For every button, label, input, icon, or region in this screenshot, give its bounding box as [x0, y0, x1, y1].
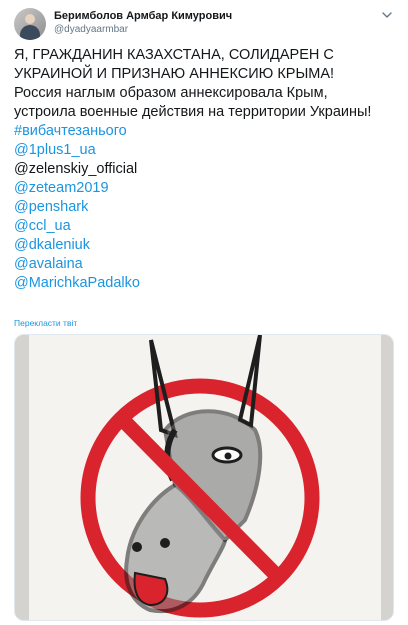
- mention-link[interactable]: @zeteam2019: [14, 179, 396, 198]
- translate-tweet-link[interactable]: Перекласти твіт: [14, 318, 77, 328]
- hashtag-link[interactable]: #вибачтезанього: [14, 122, 396, 141]
- avatar[interactable]: [14, 8, 46, 40]
- author-names[interactable]: Беримболов Армбар Кимурович @dyadyaarmba…: [54, 9, 232, 37]
- donkey-drawing-prohibition-sign: [15, 335, 393, 620]
- mention-link[interactable]: @penshark: [14, 198, 396, 217]
- mention-text: @zelenskiy_official: [14, 161, 138, 177]
- avatar-body-shape: [20, 25, 40, 40]
- mention-link[interactable]: @dkaleniuk: [14, 236, 396, 255]
- tweet-line: устроила военные действия на территории …: [14, 104, 372, 120]
- tweet-line: Я, ГРАЖДАНИН КАЗАХСТАНА, СОЛИДАРЕН С: [14, 47, 334, 63]
- mention-link[interactable]: @avalaina: [14, 255, 396, 274]
- tweet-header: Беримболов Армбар Кимурович @dyadyaarmba…: [14, 8, 394, 44]
- author-display-name[interactable]: Беримболов Армбар Кимурович: [54, 9, 232, 23]
- tweet-line: УКРАИНОЙ И ПРИЗНАЮ АННЕКСИЮ КРЫМА!: [14, 66, 335, 82]
- avatar-head-shape: [25, 14, 35, 24]
- tweet-line: Россия наглым образом аннексировала Крым…: [14, 85, 328, 101]
- mention-link[interactable]: @1plus1_ua: [14, 141, 396, 160]
- author-handle[interactable]: @dyadyaarmbar: [54, 23, 232, 37]
- mention-link[interactable]: @ccl_ua: [14, 217, 396, 236]
- tweet-text: Я, ГРАЖДАНИН КАЗАХСТАНА, СОЛИДАРЕН С УКР…: [14, 46, 396, 293]
- mention-link[interactable]: @MarichkaPadalko: [14, 274, 396, 293]
- chevron-down-icon[interactable]: [380, 8, 394, 22]
- tweet-media-image[interactable]: [14, 334, 394, 621]
